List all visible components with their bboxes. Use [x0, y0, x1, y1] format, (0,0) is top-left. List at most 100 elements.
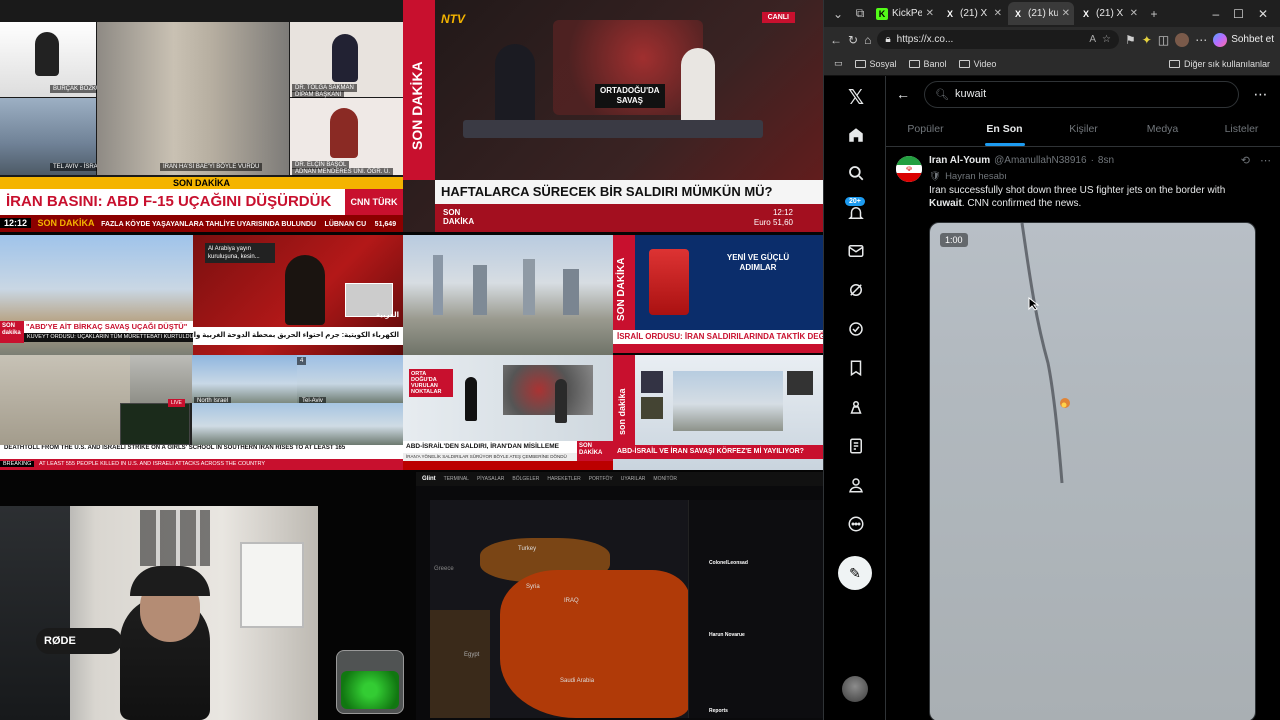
- tweet-author-avatar[interactable]: ☫: [896, 156, 922, 182]
- more-options-icon[interactable]: ⋯: [1251, 86, 1271, 103]
- close-window-icon[interactable]: ✕: [1258, 7, 1268, 21]
- presenter-2: [555, 379, 567, 423]
- account-avatar[interactable]: [842, 676, 868, 702]
- bookmark-folder[interactable]: Banol: [908, 59, 947, 69]
- home-icon[interactable]: ⌂: [864, 33, 871, 47]
- browser-tab-active[interactable]: X (21) ku ✕: [1008, 2, 1074, 25]
- guest-2: [641, 397, 663, 419]
- tweet-timestamp[interactable]: 8sn: [1098, 155, 1114, 166]
- close-icon[interactable]: ✕: [1062, 8, 1070, 19]
- search-tabs: Popüler En Son Kişiler Medya Listeler: [886, 112, 1280, 147]
- bookmark-folder[interactable]: Sosyal: [854, 59, 897, 69]
- minimize-icon[interactable]: –: [1212, 7, 1219, 21]
- more-options-icon[interactable]: ⋯: [1195, 33, 1207, 47]
- terminal-tab[interactable]: HAREKETLER: [547, 476, 580, 482]
- extension-icon[interactable]: ⚑: [1125, 33, 1136, 47]
- url-field[interactable]: 🔒︎ https://x.co... A ☆: [877, 30, 1120, 49]
- close-icon[interactable]: ✕: [926, 8, 934, 19]
- presenter-1: [465, 377, 477, 421]
- split-screen-icon[interactable]: ◫: [1158, 33, 1169, 47]
- separator: ·: [1090, 154, 1094, 166]
- ticker: BREAKING AT LEAST 555 PEOPLE KILLED IN U…: [0, 459, 403, 470]
- mail-icon[interactable]: [845, 240, 867, 262]
- extension-2-icon[interactable]: ✦: [1142, 33, 1152, 47]
- close-icon[interactable]: ✕: [1130, 8, 1138, 19]
- terminal-tab[interactable]: BÖLGELER: [512, 476, 539, 482]
- tab-lists[interactable]: Listeler: [1202, 112, 1280, 146]
- breaking-strap: SON DAKİKA: [0, 177, 403, 189]
- tweet-author-name[interactable]: Iran Al-Youm: [929, 155, 990, 166]
- new-tab-plus-icon[interactable]: +: [1144, 4, 1164, 24]
- url-text: https://x.co...: [896, 34, 954, 45]
- tab-media[interactable]: Medya: [1123, 112, 1202, 146]
- back-arrow-icon[interactable]: ←: [830, 33, 842, 47]
- lower-tag-2: DAKİKA: [443, 217, 475, 226]
- browser-tab[interactable]: X (21) X P ✕: [1076, 2, 1142, 25]
- read-aloud-icon[interactable]: A: [1089, 34, 1096, 45]
- x-logo-icon[interactable]: 𝕏: [845, 86, 867, 109]
- premium-icon[interactable]: [845, 435, 867, 457]
- tab-label: KickPe: [892, 8, 922, 19]
- bookmark-icon[interactable]: [845, 357, 867, 379]
- profile-avatar[interactable]: [1175, 32, 1190, 47]
- more-circle-icon[interactable]: [845, 513, 867, 535]
- compose-post-button[interactable]: ✎: [838, 556, 872, 590]
- grok-explain-icon[interactable]: ⟲: [1241, 154, 1250, 167]
- terminal-tab[interactable]: TERMINAL: [444, 476, 469, 482]
- collections-icon[interactable]: ▭: [834, 58, 843, 69]
- grok-icon[interactable]: [845, 279, 867, 301]
- browser-tab[interactable]: K KickPe ✕: [872, 2, 938, 25]
- cnn-turk-tile: BURÇAK BOZKUŞ TEL AVIV - İSRAİL CANLI İR…: [0, 0, 403, 232]
- tab-latest[interactable]: En Son: [965, 112, 1044, 146]
- address-bar-row: ← ↻ ⌂ 🔒︎ https://x.co... A ☆ ⚑ ✦ ◫ ⋯ Soh…: [824, 27, 1280, 52]
- favorite-star-icon[interactable]: ☆: [1102, 34, 1111, 45]
- tab-popular[interactable]: Popüler: [886, 112, 965, 146]
- screen-title: YENİ VE GÜÇLÜ ADIMLAR: [713, 253, 803, 273]
- region-label-saudi: Saudi Arabia: [560, 678, 595, 684]
- side-breaking-label: son dakika: [617, 388, 627, 435]
- feed-user-1: ColonelLeonsad: [709, 560, 748, 566]
- search-icon[interactable]: [845, 162, 867, 184]
- tab-people[interactable]: Kişiler: [1044, 112, 1123, 146]
- tweet[interactable]: ☫ Iran Al-Youm @AmanullahN38916 · 8sn ⟲ …: [886, 152, 1280, 210]
- terminal-tab[interactable]: MONİTÖR: [653, 476, 677, 482]
- streamer-inset: [120, 403, 190, 445]
- maximize-icon[interactable]: ☐: [1233, 7, 1244, 21]
- fan-account-text: Hayran hesabı: [945, 170, 1007, 182]
- profile-icon[interactable]: [845, 474, 867, 496]
- tab-actions-chevron-icon[interactable]: ⌄: [828, 4, 848, 24]
- mouse-cursor-icon: [1028, 297, 1040, 311]
- overlay-line-1: ORTADOĞU'DA: [600, 86, 660, 95]
- iran-emblem-icon: ☫: [905, 166, 913, 173]
- bell-icon[interactable]: [845, 202, 867, 224]
- x-search-results: ← 🔍︎ kuwait ⋯ Popüler En Son Kişiler Med…: [886, 76, 1280, 720]
- tweet-text-highlight: Kuwait: [929, 198, 962, 209]
- communities-check-icon[interactable]: [845, 318, 867, 340]
- fan-account-label: 🛡︎ Hayran hesabı: [929, 168, 1271, 184]
- tweet-more-icon[interactable]: ⋯: [1260, 154, 1271, 167]
- search-input[interactable]: 🔍︎ kuwait: [924, 80, 1239, 108]
- workspaces-icon[interactable]: ⧉: [850, 4, 870, 24]
- terminal-topbar: Glint TERMINAL PİYASALAR BÖLGELER HAREKE…: [416, 472, 823, 486]
- map-terminal: Glint TERMINAL PİYASALAR BÖLGELER HAREKE…: [416, 472, 823, 720]
- browser-tab[interactable]: X (21) X ✕: [940, 2, 1006, 25]
- browser-window: ⌄ ⧉ K KickPe ✕ X (21) X ✕ X (21) ku ✕ X …: [823, 0, 1280, 720]
- tweet-video[interactable]: 1:00: [929, 222, 1256, 720]
- home-icon[interactable]: [845, 124, 867, 146]
- wall-frames: [140, 510, 210, 566]
- copilot-chat-button[interactable]: Sohbet et: [1213, 32, 1274, 47]
- back-arrow-icon[interactable]: ←: [896, 86, 912, 102]
- terminal-tab[interactable]: PORTFÖY: [589, 476, 613, 482]
- fan-account-icon: 🛡︎: [929, 170, 942, 182]
- market-index: 51,649: [374, 221, 397, 228]
- terminal-tab[interactable]: PİYASALAR: [477, 476, 504, 482]
- other-favorites-folder[interactable]: Diğer sık kullanılanlar: [1168, 59, 1270, 69]
- bookmark-folder[interactable]: Video: [958, 59, 996, 69]
- breaking-tag: BREAKING: [0, 461, 35, 467]
- close-icon[interactable]: ✕: [994, 8, 1002, 19]
- tweet-author-handle[interactable]: @AmanullahN38916: [994, 155, 1086, 166]
- refresh-icon[interactable]: ↻: [848, 33, 858, 47]
- region-label-egypt: Egypt: [464, 652, 480, 658]
- jobs-icon[interactable]: [845, 396, 867, 418]
- terminal-tab[interactable]: UYARILAR: [621, 476, 646, 482]
